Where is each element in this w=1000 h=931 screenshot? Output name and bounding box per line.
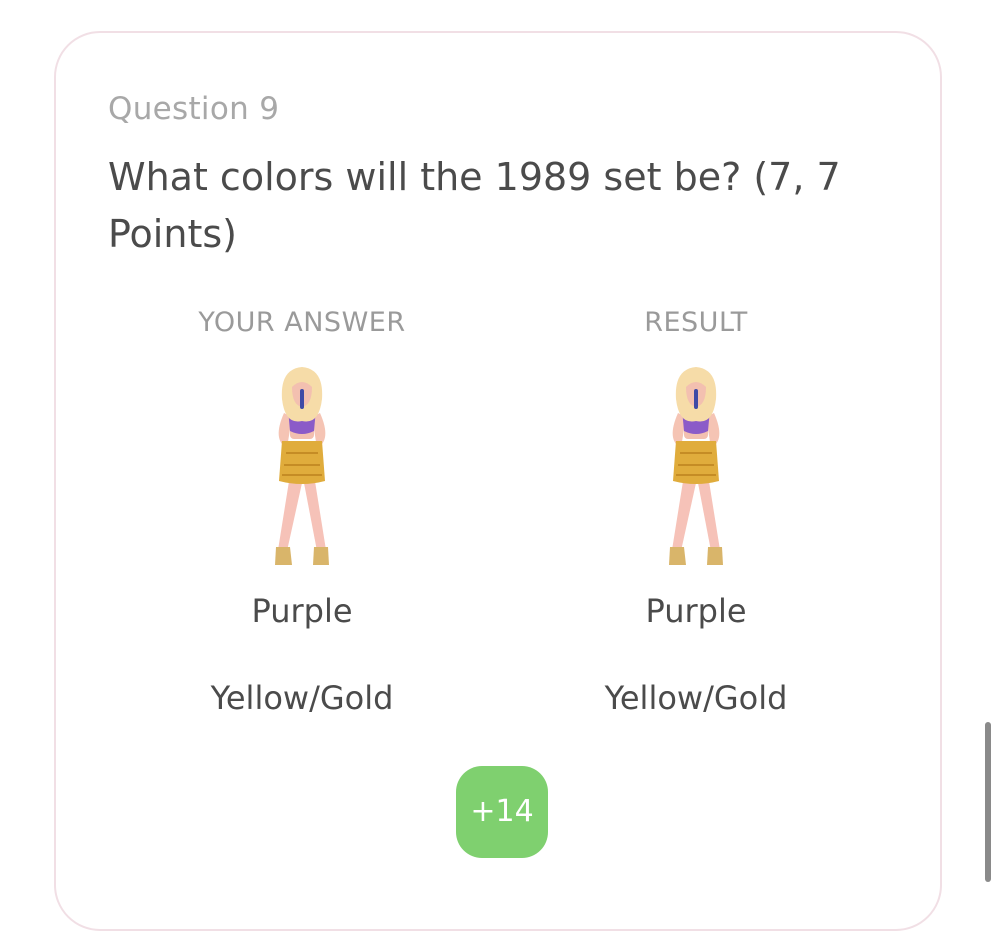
- result-header: RESULT: [644, 307, 748, 338]
- performer-outfit-purple-gold-icon: [669, 367, 723, 565]
- performer-outfit-purple-gold-icon: [275, 367, 329, 565]
- question-number: Question 9: [108, 91, 280, 127]
- your-answer-header: YOUR ANSWER: [198, 307, 406, 338]
- result-column: RESULT Purple Yellow/Gold: [526, 303, 866, 718]
- your-answer-line-1: Purple: [251, 592, 353, 630]
- question-title: What colors will the 1989 set be? (7, 7 …: [108, 155, 841, 256]
- scrollbar[interactable]: [985, 722, 991, 882]
- result-line-1: Purple: [645, 592, 747, 630]
- question-card: Question 9 What colors will the 1989 set…: [54, 31, 942, 931]
- your-answer-column: YOUR ANSWER Purple Yellow/Gold: [132, 303, 472, 718]
- result-line-2: Yellow/Gold: [604, 679, 788, 717]
- points-badge: +14: [456, 766, 548, 858]
- your-answer-line-2: Yellow/Gold: [210, 679, 394, 717]
